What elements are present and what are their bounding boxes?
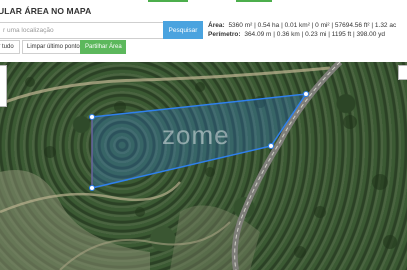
fullscreen-button[interactable] bbox=[398, 65, 407, 80]
watermark-logo: zome bbox=[162, 120, 230, 150]
polygon-vertex[interactable] bbox=[89, 114, 95, 120]
area-label: Área: bbox=[208, 22, 225, 29]
zoom-control[interactable] bbox=[0, 65, 7, 107]
clear-last-point-button[interactable]: Limpar último ponto bbox=[22, 40, 82, 54]
page-title: ULAR ÁREA NO MAPA bbox=[0, 6, 92, 16]
area-value: 5360 m² | 0.54 ha | 0.01 km² | 0 mi² | 5… bbox=[228, 22, 397, 29]
tab-indicator-left bbox=[148, 0, 188, 2]
polygon-vertex[interactable] bbox=[89, 185, 95, 191]
terrain-clearing bbox=[170, 205, 260, 270]
search-button[interactable]: Pesquisar bbox=[163, 21, 203, 39]
polygon-vertex[interactable] bbox=[303, 91, 309, 97]
tab-indicator-right bbox=[236, 0, 272, 2]
measurements-panel: Área: 5360 m² | 0.54 ha | 0.01 km² | 0 m… bbox=[208, 21, 396, 39]
terrain-clearing bbox=[0, 170, 150, 270]
polygon-vertex[interactable] bbox=[268, 143, 274, 149]
perimeter-row: Perímetro: 364.09 m | 0.36 km | 0.23 mi … bbox=[208, 30, 396, 39]
perimeter-value: 364.09 m | 0.36 km | 0.23 mi | 1195 ft |… bbox=[244, 31, 386, 38]
toolbar: ULAR ÁREA NO MAPA Pesquisar Área: 5360 m… bbox=[0, 0, 407, 62]
map-overlay bbox=[0, 62, 397, 270]
area-row: Área: 5360 m² | 0.54 ha | 0.01 km² | 0 m… bbox=[208, 21, 396, 30]
search-input[interactable] bbox=[0, 22, 167, 39]
share-area-button[interactable]: Partilhar Área bbox=[80, 40, 126, 54]
satellite-map[interactable]: zome bbox=[0, 62, 407, 270]
clear-all-button[interactable]: r tudo bbox=[0, 40, 20, 54]
perimeter-label: Perímetro: bbox=[208, 31, 241, 38]
